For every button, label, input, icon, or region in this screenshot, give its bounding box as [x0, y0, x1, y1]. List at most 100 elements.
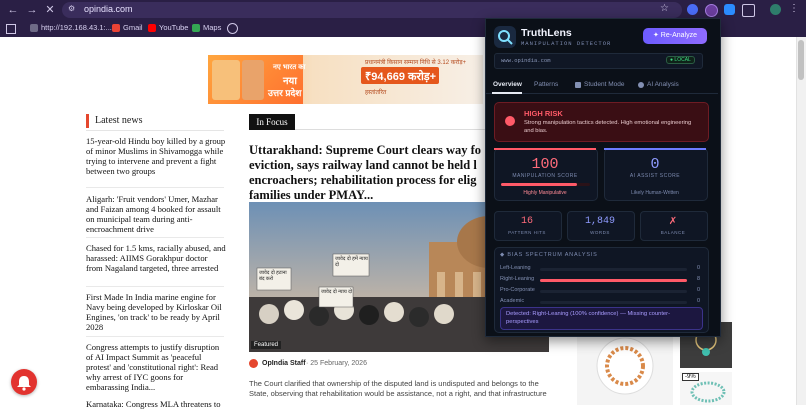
tab-student-mode[interactable]: Student Mode: [584, 81, 624, 88]
featured-badge: Featured: [251, 341, 282, 349]
bias-row-value: 0: [697, 298, 701, 304]
bias-row-value: 0: [697, 287, 701, 293]
divider: [295, 129, 495, 130]
ai-assist-score: 0: [650, 156, 660, 173]
address-bar[interactable]: [62, 2, 682, 18]
bias-row-track: [540, 290, 687, 293]
menu-icon[interactable]: ⋮: [789, 3, 799, 14]
author-name[interactable]: OpIndia Staff: [262, 360, 306, 367]
bias-row-label: Right-Leaning: [500, 276, 535, 282]
bias-row-value: 0: [697, 265, 701, 271]
back-icon[interactable]: ←: [6, 3, 20, 17]
manipulation-score: 100: [531, 156, 559, 173]
bookmark-item[interactable]: Maps: [192, 23, 221, 32]
ad-text: हस्तांतरित: [365, 90, 387, 96]
section-accent: [86, 114, 89, 128]
notification-bell-button[interactable]: [11, 369, 37, 395]
maps-icon: [192, 23, 200, 32]
bias-row-track: [540, 268, 687, 271]
tab-patterns[interactable]: Patterns: [534, 81, 558, 88]
ad-left-text: उत्तर प्रदेश: [268, 88, 302, 98]
words-label: WORDS: [590, 230, 610, 235]
news-link[interactable]: First Made In India marine engine for Na…: [86, 292, 226, 332]
bias-row-label: Left-Leaning: [500, 265, 531, 271]
ad-left-text: नया: [283, 76, 297, 87]
news-link[interactable]: 15-year-old Hindu boy killed by a group …: [86, 136, 226, 176]
news-link[interactable]: Karnataka: Congress MLA threatens to: [86, 399, 226, 409]
ad-portrait: [242, 60, 264, 100]
ad-left-text: नए भारत का: [273, 64, 306, 71]
pattern-hits-label: PATTERN HITS: [508, 230, 546, 235]
scrollbar-thumb[interactable]: [798, 40, 804, 80]
bias-row-label: Academic: [500, 298, 525, 304]
manipulation-verdict: Highly Manipulative: [523, 190, 567, 196]
bell-icon: [17, 376, 31, 391]
bias-row-value: 8: [697, 276, 701, 282]
alert-icon: [505, 116, 515, 126]
divider: [86, 286, 224, 287]
youtube-icon: [148, 23, 156, 32]
risk-description: Strong manipulation tactics detected. Hi…: [524, 120, 692, 134]
bookmark-star-icon[interactable]: ☆: [660, 3, 669, 14]
bookmark-item[interactable]: YouTube: [148, 23, 188, 32]
bias-row-label: Pro-Corporate: [500, 287, 535, 293]
student-icon: [575, 82, 581, 88]
protest-sign-text: जावेद दो न्याय दो: [321, 289, 353, 295]
bias-detected-text: Detected: Right-Leaning (100% confidence…: [506, 311, 671, 325]
extension-icon[interactable]: [724, 4, 735, 15]
truthlens-extension-icon[interactable]: [705, 4, 718, 17]
news-link[interactable]: Chased for 1.5 kms, racially abused, and…: [86, 243, 226, 273]
truthlens-logo: [494, 26, 516, 48]
magnifier-icon: [498, 30, 513, 45]
card-accent: [604, 148, 706, 150]
author-avatar: [249, 359, 258, 368]
analyzed-domain: www.opindia.com: [501, 57, 551, 64]
apps-grid-icon[interactable]: [6, 24, 16, 34]
news-link[interactable]: Congress attempts to justify disruption …: [86, 342, 226, 392]
card-accent: [494, 148, 596, 150]
ai-icon: [638, 82, 644, 88]
stop-icon[interactable]: ✕: [43, 3, 57, 17]
manipulation-bar-fill: [501, 183, 577, 186]
protest-sign-text: जावेद दो हमें न्याय दो: [335, 256, 368, 268]
pattern-hits-value: 16: [520, 216, 533, 227]
publish-date: · 25 February, 2026: [306, 360, 367, 367]
popup-subtitle: MANIPULATION DETECTOR: [521, 40, 612, 47]
balance-value: ✗: [668, 217, 678, 228]
bias-row-fill: [540, 279, 687, 282]
bias-spectrum-title: ◆ BIAS SPECTRUM ANALYSIS: [500, 252, 598, 258]
popup-title: TruthLens: [521, 27, 572, 39]
article-headline[interactable]: Uttarakhand: Supreme Court clears way fo…: [249, 143, 489, 203]
divider: [86, 130, 224, 131]
tab-overview[interactable]: Overview: [493, 81, 522, 88]
bookmark-item[interactable]: Gmail: [112, 23, 143, 32]
in-focus-badge: In Focus: [249, 114, 295, 130]
discount-badge: -9%: [682, 373, 699, 381]
active-tab-indicator: [492, 92, 522, 94]
bookmark-item[interactable]: http://192.168.43.1:...: [30, 23, 112, 32]
forward-icon[interactable]: →: [25, 3, 39, 17]
scrollbar[interactable]: [796, 37, 806, 405]
latest-news-title: Latest news: [95, 115, 143, 126]
extension-icon[interactable]: [687, 4, 698, 15]
extensions-puzzle-icon[interactable]: [742, 4, 755, 17]
protest-sign-text: जावेद दो हटाना बंद करो: [259, 270, 287, 282]
globe-icon[interactable]: [227, 23, 238, 34]
divider: [86, 336, 224, 337]
manipulation-score-label: MANIPULATION SCORE: [512, 173, 578, 179]
news-link[interactable]: Aligarh: 'Fruit vendors' Umer, Mazhar an…: [86, 194, 226, 234]
gmail-icon: [112, 23, 120, 32]
words-value: 1,849: [584, 216, 615, 227]
ad-text: प्रधानमंत्री किसान सम्मान निधि से 3.12 क…: [365, 60, 467, 66]
globe-icon: [30, 23, 38, 32]
re-analyze-button[interactable]: ✦ Re-Analyze: [643, 28, 707, 44]
balance-label: BALANCE: [660, 230, 686, 235]
ai-assist-score-label: AI ASSIST SCORE: [629, 173, 681, 179]
divider: [86, 187, 224, 188]
profile-avatar[interactable]: [770, 4, 781, 15]
site-info-icon[interactable]: ⚙: [68, 4, 78, 14]
divider: [86, 237, 224, 238]
tab-ai-analysis[interactable]: AI Analysis: [647, 81, 679, 88]
url-text[interactable]: opindia.com: [84, 4, 133, 14]
ai-assist-verdict: Likely Human-Written: [631, 190, 679, 196]
